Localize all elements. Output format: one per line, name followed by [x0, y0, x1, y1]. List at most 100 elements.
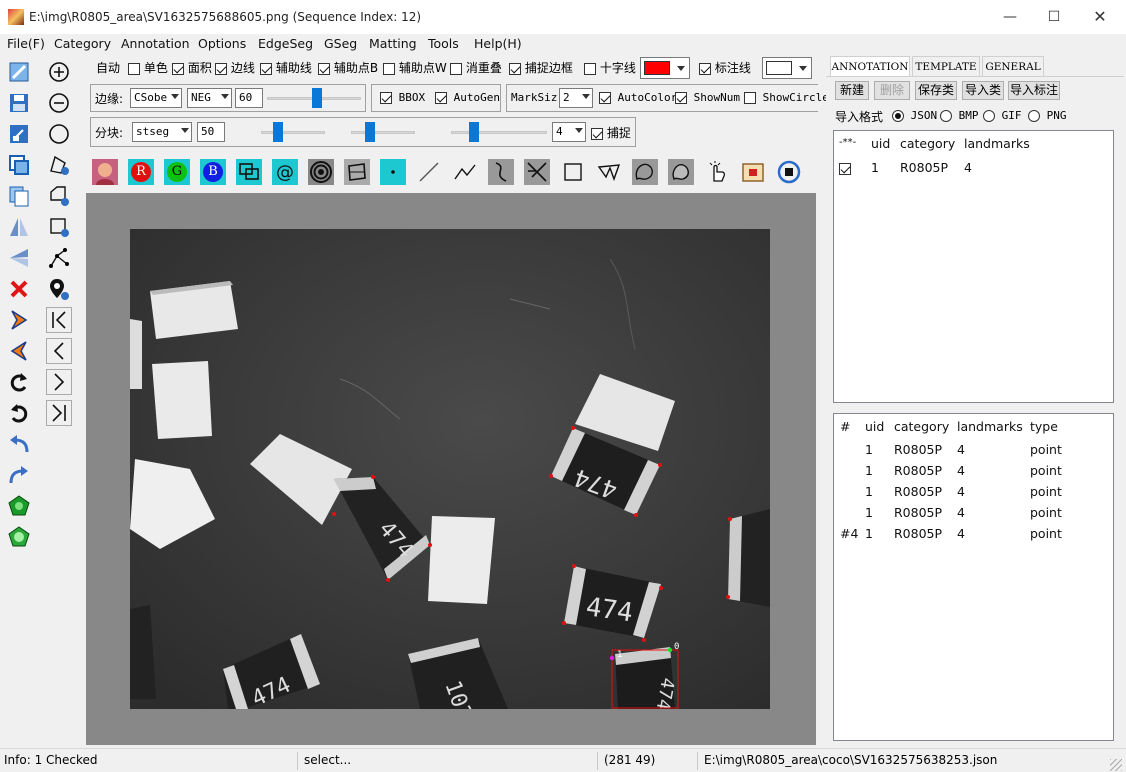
delete-icon[interactable] [6, 276, 32, 302]
flip-vertical-icon[interactable] [6, 245, 32, 271]
undo-arrow-icon[interactable] [6, 431, 32, 457]
shownum-checkbox[interactable]: ShowNum [675, 91, 740, 104]
import-class-button[interactable]: 导入类 [962, 81, 1004, 100]
close-button[interactable]: ✕ [1077, 0, 1123, 34]
bbox-checkbox[interactable]: BBOX [380, 91, 425, 104]
delete-button[interactable]: 删除 [874, 81, 910, 100]
transform-icon[interactable] [342, 156, 372, 188]
magic-lasso-icon[interactable] [666, 156, 696, 188]
menu-tools[interactable]: Tools [428, 36, 459, 51]
redo-arrow-icon[interactable] [6, 462, 32, 488]
class-col-landmarks[interactable]: landmarks [964, 136, 1030, 151]
shape-add-icon[interactable] [46, 183, 72, 209]
last-icon[interactable] [46, 400, 72, 426]
point-icon[interactable] [378, 156, 408, 188]
location-add-icon[interactable] [46, 276, 72, 302]
single-color-checkbox[interactable]: 单色 [128, 59, 168, 76]
import-annotation-button[interactable]: 导入标注 [1008, 81, 1060, 100]
tab-general[interactable]: GENERAL [982, 56, 1044, 76]
autogen-checkbox[interactable]: AutoGen [435, 91, 500, 104]
line-icon[interactable] [414, 156, 444, 188]
save-as-icon[interactable] [6, 121, 32, 147]
menu-file[interactable]: File(F) [7, 36, 45, 51]
rectangle-icon[interactable] [558, 156, 588, 188]
annot-row[interactable]: 1 R0805P 4 point [834, 504, 1113, 525]
format-json-radio[interactable]: JSON [892, 109, 937, 122]
polygon-icon[interactable] [594, 156, 624, 188]
aux-point-b-checkbox[interactable]: 辅助点B [318, 59, 378, 76]
redo-icon[interactable] [6, 369, 32, 395]
next-page-icon[interactable] [46, 369, 72, 395]
class-list[interactable]: -**- uid category landmarks 1 R0805P 4 [833, 130, 1114, 403]
block-value-input[interactable]: 50 [197, 122, 225, 142]
green-pentagon-alt-icon[interactable] [6, 524, 32, 550]
annot-col-landmarks[interactable]: landmarks [957, 419, 1023, 434]
class-col-uid[interactable]: uid [871, 136, 890, 151]
edge-line-checkbox[interactable]: 边线 [215, 59, 255, 76]
at-sign-icon[interactable]: @ [270, 156, 300, 188]
frame-icon[interactable] [738, 156, 768, 188]
red-channel-button[interactable]: R [126, 156, 156, 188]
area-checkbox[interactable]: 面积 [172, 59, 212, 76]
circle-icon[interactable] [46, 121, 72, 147]
minimize-button[interactable]: — [987, 0, 1033, 34]
edge-value-input[interactable]: 60 [235, 88, 263, 108]
autocolor-checkbox[interactable]: AutoColor [599, 91, 677, 104]
zoom-in-icon[interactable] [46, 59, 72, 85]
menu-options[interactable]: Options [198, 36, 246, 51]
curve-icon[interactable] [486, 156, 516, 188]
annot-col-index[interactable]: # [840, 419, 850, 434]
format-png-radio[interactable]: PNG [1028, 109, 1067, 122]
lasso-icon[interactable] [630, 156, 660, 188]
fill-color-picker[interactable] [762, 57, 812, 79]
save-icon[interactable] [6, 90, 32, 116]
crosshair-checkbox[interactable]: 十字线 [584, 59, 636, 76]
rect-add-icon[interactable] [46, 214, 72, 240]
aux-point-w-checkbox[interactable]: 辅助点W [383, 59, 447, 76]
block-slider-3[interactable] [451, 122, 547, 142]
annotation-list[interactable]: # uid category landmarks type 1 R0805P 4… [833, 413, 1114, 741]
annot-row[interactable]: 1 R0805P 4 point [834, 441, 1113, 462]
previous-icon[interactable] [6, 338, 32, 364]
block-slider-2[interactable] [351, 122, 415, 142]
class-col-category[interactable]: category [900, 136, 955, 151]
line-color-picker[interactable] [640, 57, 690, 79]
tab-template[interactable]: TEMPLATE [912, 56, 980, 76]
class-row[interactable]: 1 R0805P 4 [834, 158, 1113, 178]
annot-col-uid[interactable]: uid [865, 419, 884, 434]
prev-page-icon[interactable] [46, 338, 72, 364]
class-row-checkbox[interactable] [839, 161, 851, 175]
annot-col-type[interactable]: type [1030, 419, 1058, 434]
menu-help[interactable]: Help(H) [474, 36, 522, 51]
landmark-point-1[interactable] [609, 655, 615, 661]
edge-mode-select[interactable]: NEG [187, 88, 232, 108]
count-select[interactable]: 4 [552, 122, 586, 142]
spiral-icon[interactable] [306, 156, 336, 188]
label-line-checkbox[interactable]: 标注线 [699, 59, 751, 76]
block-slider-1[interactable] [261, 122, 325, 142]
annot-row[interactable]: 1 R0805P 4 point [834, 483, 1113, 504]
showcircle-checkbox[interactable]: ShowCircle [744, 91, 829, 104]
capture-border-checkbox[interactable]: 捕捉边框 [509, 59, 573, 76]
block-method-select[interactable]: stseg [132, 122, 192, 142]
green-channel-button[interactable]: G [162, 156, 192, 188]
annot-row[interactable]: 1 R0805P 4 point [834, 462, 1113, 483]
duplicate-icon[interactable] [6, 183, 32, 209]
blue-channel-button[interactable]: B [198, 156, 228, 188]
eraser-icon[interactable] [6, 59, 32, 85]
green-pentagon-icon[interactable] [6, 493, 32, 519]
class-col-check[interactable]: -**- [839, 137, 856, 148]
zoom-out-icon[interactable] [46, 90, 72, 116]
polygon-add-icon[interactable] [46, 152, 72, 178]
edge-method-select[interactable]: CSobe [130, 88, 182, 108]
edge-slider[interactable] [267, 88, 361, 108]
maximize-button[interactable]: ☐ [1031, 0, 1077, 34]
polyline-icon[interactable] [450, 156, 480, 188]
remove-overlap-checkbox[interactable]: 消重叠 [450, 59, 502, 76]
undo-icon[interactable] [6, 400, 32, 426]
hand-pointer-icon[interactable] [702, 156, 732, 188]
annotated-image[interactable]: 474 474 474 474 103 474 1 0 [130, 229, 770, 709]
aux-line-checkbox[interactable]: 辅助线 [260, 59, 312, 76]
landmark-point-0[interactable] [667, 647, 673, 653]
format-bmp-radio[interactable]: BMP [940, 109, 979, 122]
